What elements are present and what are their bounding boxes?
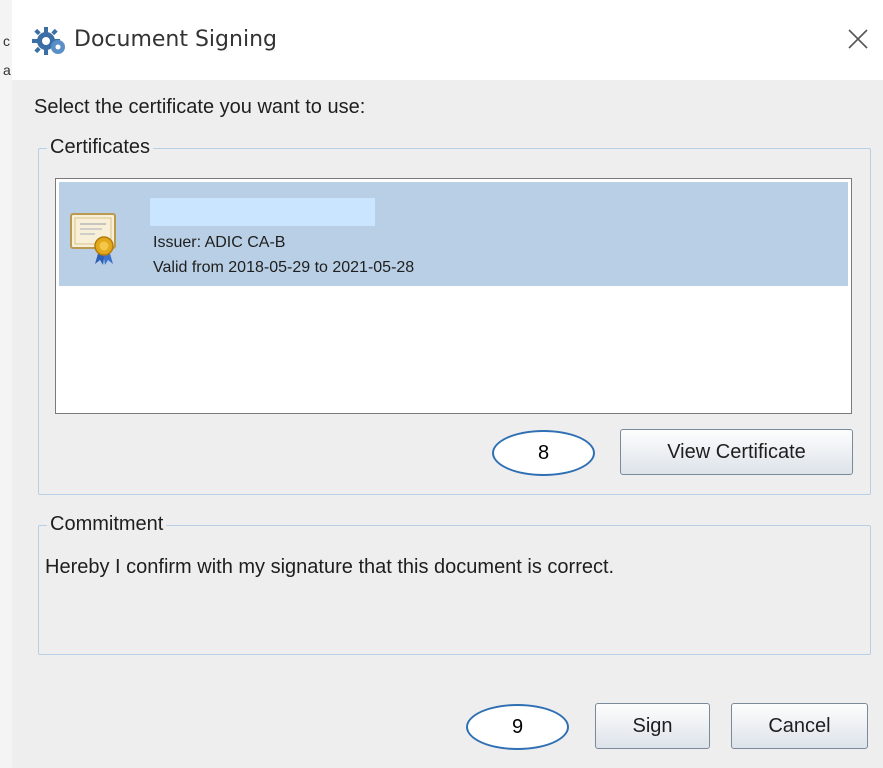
certificates-group: Certificates Issuer: ADIC CA-B Valid fro…	[38, 136, 871, 495]
certificate-issuer: Issuer: ADIC CA-B	[153, 234, 286, 251]
title-bar: Document Signing	[12, 0, 883, 80]
certificate-prompt: Select the certificate you want to use:	[34, 96, 366, 118]
certificates-legend: Certificates	[47, 136, 154, 159]
certificate-list[interactable]: Issuer: ADIC CA-B Valid from 2018-05-29 …	[55, 178, 852, 414]
certificate-icon	[69, 212, 121, 267]
close-icon[interactable]	[841, 22, 875, 56]
redacted-certificate-name	[150, 198, 375, 226]
step-callout-8: 8	[492, 430, 595, 476]
step-callout-9: 9	[466, 704, 569, 750]
dialog-title: Document Signing	[74, 27, 277, 52]
document-signing-dialog: Document Signing Select the certificate …	[12, 0, 883, 768]
certificate-validity: Valid from 2018-05-29 to 2021-05-28	[153, 259, 415, 276]
commitment-statement: Hereby I confirm with my signature that …	[45, 556, 615, 578]
certificate-list-item[interactable]: Issuer: ADIC CA-B Valid from 2018-05-29 …	[59, 182, 848, 286]
gear-app-icon	[32, 24, 66, 58]
view-certificate-button[interactable]: View Certificate	[620, 429, 853, 475]
cancel-button[interactable]: Cancel	[731, 703, 868, 749]
commitment-group: Commitment Hereby I confirm with my sign…	[38, 513, 871, 655]
commitment-legend: Commitment	[47, 513, 167, 536]
background-text-fragment: c	[3, 33, 10, 49]
background-text-fragment: a	[3, 62, 11, 78]
sign-button[interactable]: Sign	[595, 703, 710, 749]
